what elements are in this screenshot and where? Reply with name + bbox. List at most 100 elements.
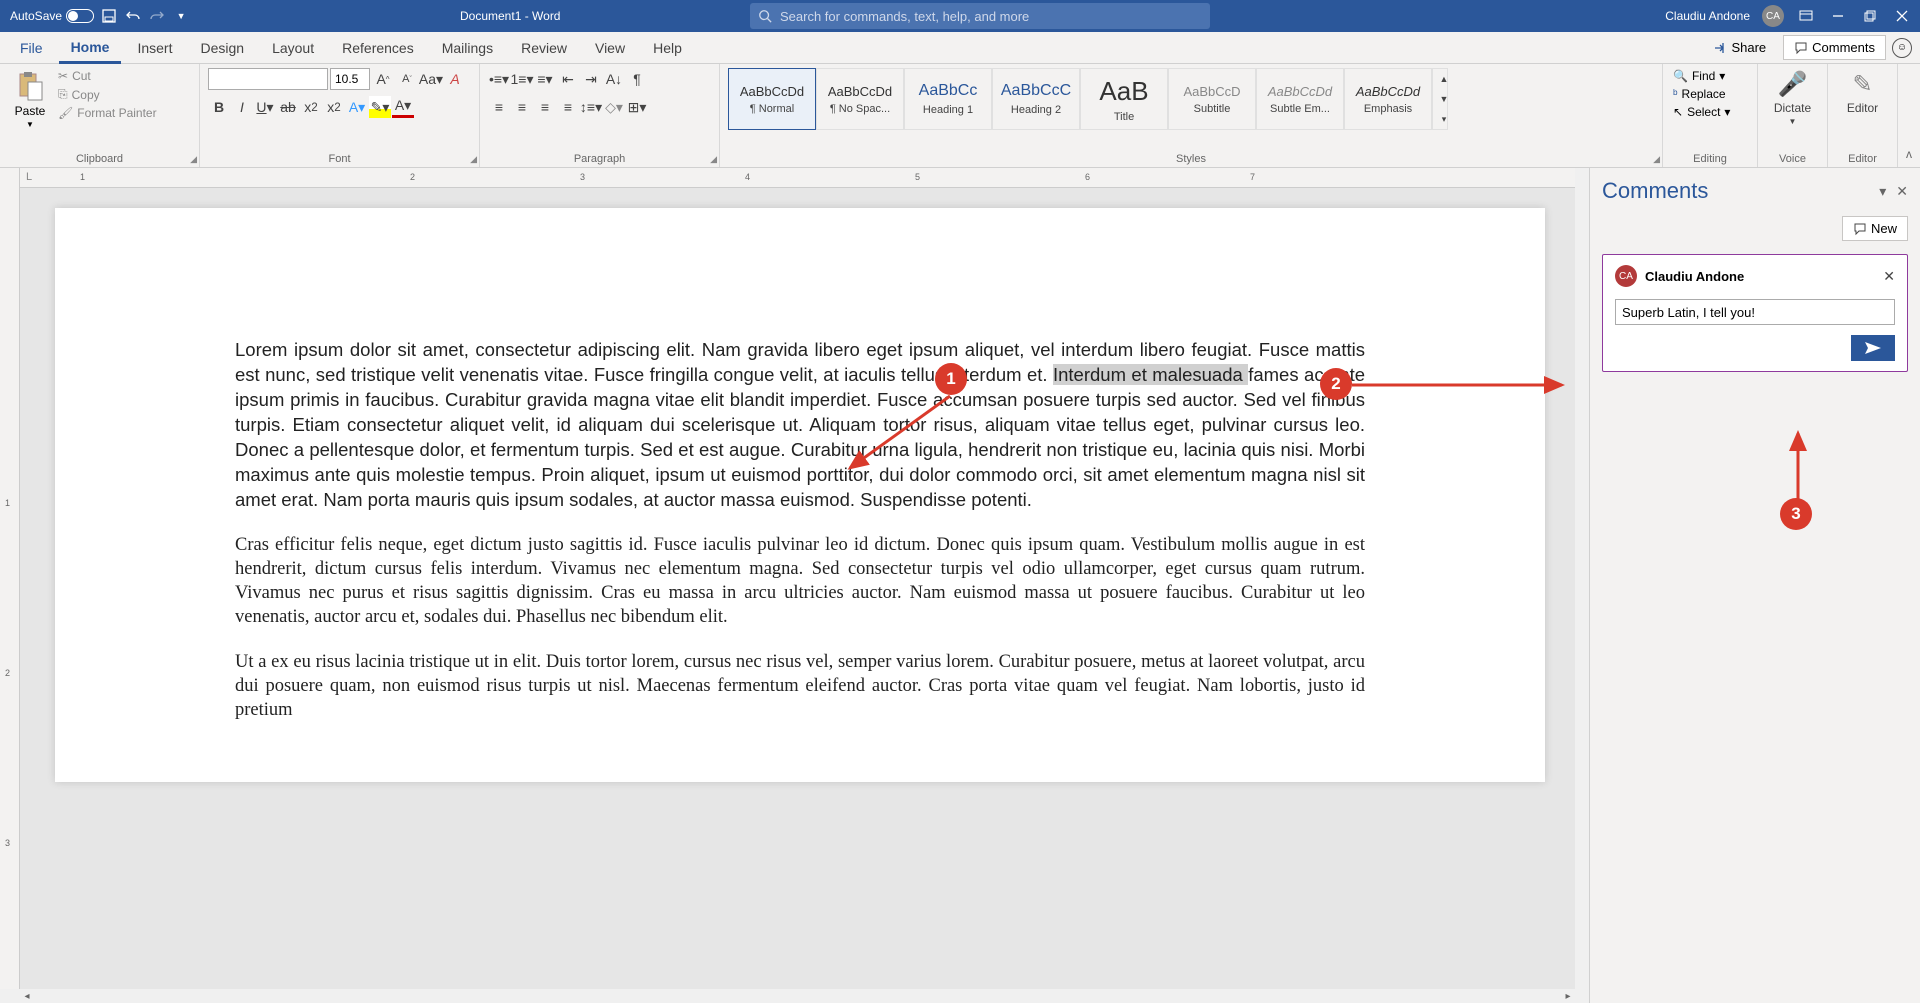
outdent-icon[interactable]: ⇤ [557,68,579,90]
numbering-icon[interactable]: 1≡▾ [511,68,533,90]
style-subtitle[interactable]: AaBbCcDSubtitle [1168,68,1256,130]
align-left-icon[interactable]: ≡ [488,96,510,118]
styles-more-icon[interactable]: ▾ [1433,109,1455,129]
user-name[interactable]: Claudiu Andone [1665,9,1750,23]
paragraph-3[interactable]: Ut a ex eu risus lacinia tristique ut in… [235,650,1365,722]
ruler-vertical[interactable]: 1 2 3 [0,168,20,989]
align-right-icon[interactable]: ≡ [534,96,556,118]
tab-layout[interactable]: Layout [260,34,326,62]
scrollbar-horizontal[interactable]: ◂ ▸ [20,989,1575,1003]
highlight-icon[interactable]: ✎▾ [369,96,391,118]
user-avatar[interactable]: CA [1762,5,1784,27]
superscript-button[interactable]: x2 [323,96,345,118]
italic-button[interactable]: I [231,96,253,118]
shrink-font-icon[interactable]: Aˇ [396,68,418,90]
font-color-icon[interactable]: A▾ [392,96,414,118]
shading-icon[interactable]: ◇▾ [603,96,625,118]
style-title[interactable]: AaBTitle [1080,68,1168,130]
dialog-launcher-icon[interactable]: ◢ [710,154,717,165]
styles-up-icon[interactable]: ▲ [1433,69,1455,89]
subscript-button[interactable]: x2 [300,96,322,118]
styles-gallery[interactable]: AaBbCcDd¶ Normal AaBbCcDd¶ No Spac... Aa… [728,68,1654,130]
redo-icon[interactable] [148,7,166,25]
pane-close-icon[interactable]: ✕ [1896,183,1908,200]
dictate-button[interactable]: 🎤 Dictate▼ [1766,68,1819,128]
pane-menu-icon[interactable]: ▾ [1879,183,1886,200]
multilevel-icon[interactable]: ≡▾ [534,68,556,90]
style-heading2[interactable]: AaBbCcCHeading 2 [992,68,1080,130]
sort-icon[interactable]: A↓ [603,68,625,90]
line-spacing-icon[interactable]: ↕≡▾ [580,96,602,118]
undo-icon[interactable] [124,7,142,25]
copy-button[interactable]: ⎘Copy [56,86,159,103]
feedback-icon[interactable]: ☺ [1892,38,1912,58]
autosave-toggle[interactable]: AutoSave [10,9,94,23]
text-effects-icon[interactable]: A▾ [346,96,368,118]
find-button[interactable]: 🔍Find ▾ [1671,68,1749,84]
search-box[interactable]: Search for commands, text, help, and mor… [750,3,1210,29]
document-area[interactable]: Lorem ipsum dolor sit amet, consectetur … [20,188,1575,989]
minimize-icon[interactable] [1828,6,1848,26]
comment-close-icon[interactable]: ✕ [1883,268,1895,285]
font-family-combo[interactable] [208,68,328,90]
strikethrough-button[interactable]: ab [277,96,299,118]
show-marks-icon[interactable]: ¶ [626,68,648,90]
borders-icon[interactable]: ⊞▾ [626,96,648,118]
group-label-styles: Styles [728,151,1654,165]
cut-button[interactable]: ✂Cut [56,68,159,84]
style-normal[interactable]: AaBbCcDd¶ Normal [728,68,816,130]
close-icon[interactable] [1892,6,1912,26]
comments-button[interactable]: Comments [1783,35,1886,60]
change-case-icon[interactable]: Aa▾ [420,68,442,90]
scroll-right-icon[interactable]: ▸ [1561,989,1575,1003]
tab-selector[interactable]: L [26,171,32,183]
qat-customize-icon[interactable]: ▼ [172,7,190,25]
replace-button[interactable]: ᵇReplace [1671,86,1749,102]
new-comment-button[interactable]: New [1842,216,1908,241]
bullets-icon[interactable]: •≡▾ [488,68,510,90]
paragraph-2[interactable]: Cras efficitur felis neque, eget dictum … [235,533,1365,629]
styles-down-icon[interactable]: ▼ [1433,89,1455,109]
style-heading1[interactable]: AaBbCcHeading 1 [904,68,992,130]
maximize-icon[interactable] [1860,6,1880,26]
share-button[interactable]: Share [1702,35,1777,60]
ribbon-display-icon[interactable] [1796,6,1816,26]
selected-text[interactable]: Interdum et malesuada [1053,364,1248,385]
editor-button[interactable]: ✎ Editor [1836,68,1889,117]
clear-format-icon[interactable]: A [444,68,466,90]
format-painter-button[interactable]: 🖌Format Painter [56,105,159,121]
dialog-launcher-icon[interactable]: ◢ [470,154,477,165]
style-nospacing[interactable]: AaBbCcDd¶ No Spac... [816,68,904,130]
scroll-left-icon[interactable]: ◂ [20,989,34,1003]
tab-help[interactable]: Help [641,34,694,62]
grow-font-icon[interactable]: A^ [372,68,394,90]
save-icon[interactable] [100,7,118,25]
indent-icon[interactable]: ⇥ [580,68,602,90]
select-button[interactable]: ↖Select ▾ [1671,104,1749,120]
tab-review[interactable]: Review [509,34,579,62]
page[interactable]: Lorem ipsum dolor sit amet, consectetur … [55,208,1545,782]
tab-references[interactable]: References [330,34,426,62]
tab-insert[interactable]: Insert [125,34,184,62]
style-subtle-em[interactable]: AaBbCcDdSubtle Em... [1256,68,1344,130]
send-comment-button[interactable] [1851,335,1895,361]
tab-mailings[interactable]: Mailings [430,34,505,62]
paragraph-1[interactable]: Lorem ipsum dolor sit amet, consectetur … [235,338,1365,513]
tab-home[interactable]: Home [59,33,122,64]
collapse-ribbon-icon[interactable]: ʌ [1906,147,1912,161]
scrollbar-vertical[interactable] [1575,188,1589,989]
style-emphasis[interactable]: AaBbCcDdEmphasis [1344,68,1432,130]
bold-button[interactable]: B [208,96,230,118]
ruler-horizontal[interactable]: L 1 2 3 4 5 6 7 [20,168,1575,188]
underline-button[interactable]: U▾ [254,96,276,118]
comment-input[interactable] [1615,299,1895,325]
tab-design[interactable]: Design [188,34,256,62]
align-center-icon[interactable]: ≡ [511,96,533,118]
tab-view[interactable]: View [583,34,637,62]
justify-icon[interactable]: ≡ [557,96,579,118]
font-size-combo[interactable] [330,68,370,90]
dialog-launcher-icon[interactable]: ◢ [190,154,197,165]
dialog-launcher-icon[interactable]: ◢ [1653,154,1660,165]
tab-file[interactable]: File [8,34,55,62]
paste-button[interactable]: Paste▼ [8,68,52,131]
